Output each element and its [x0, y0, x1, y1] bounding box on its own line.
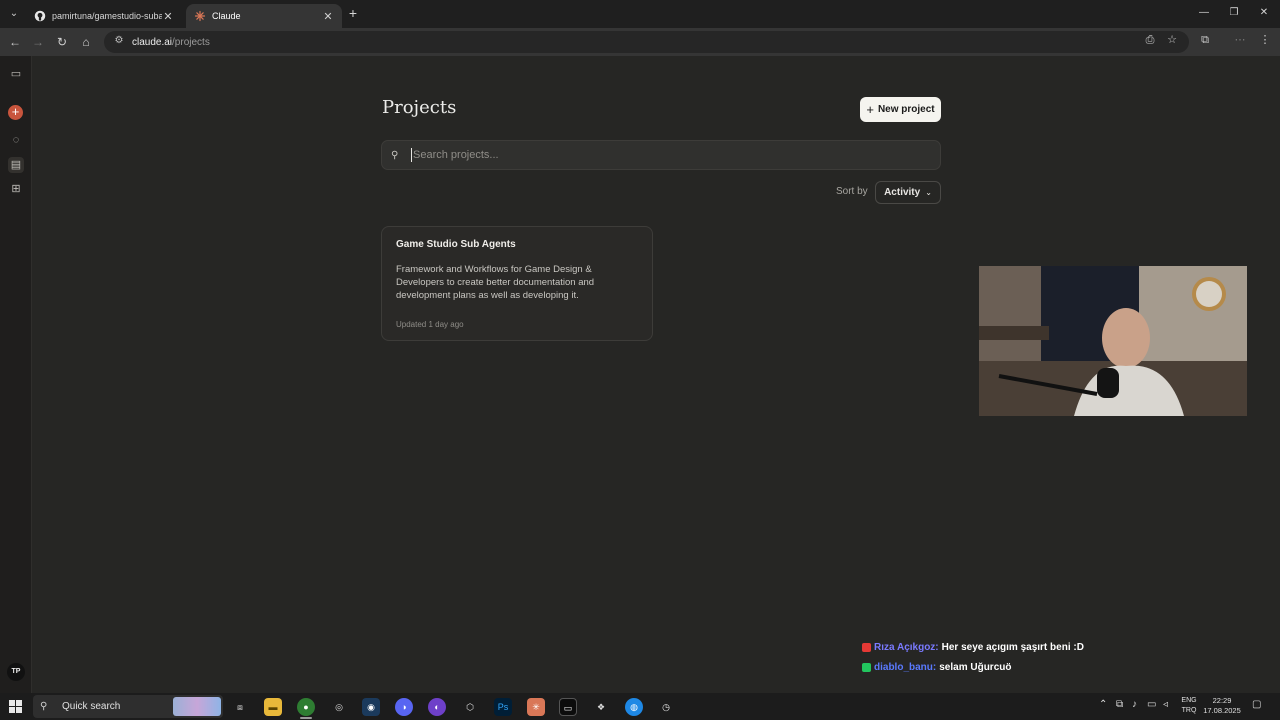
- search-icon: ⚲: [40, 701, 48, 712]
- obs-icon[interactable]: ◎: [330, 698, 348, 716]
- clock-time: 22:29: [1212, 696, 1232, 705]
- sort-value: Activity: [884, 187, 921, 198]
- forward-arrow-icon[interactable]: →: [29, 33, 47, 51]
- profile-icon[interactable]: ⋯: [1231, 31, 1249, 49]
- sidebar-rail: ▭ + ◌ ▤ ⊞ TP: [0, 56, 32, 693]
- search-input[interactable]: [411, 148, 940, 162]
- close-window-icon[interactable]: ✕: [1249, 4, 1279, 22]
- browser-tab-strip: ⌄ pamirtuna/gamestudio-subage ✕ Claude ✕…: [0, 0, 1280, 28]
- new-project-label: New project: [877, 104, 935, 115]
- kick-badge-icon: [862, 662, 871, 672]
- language-line: ENG: [1181, 697, 1197, 704]
- project-title: Game Studio Sub Agents: [396, 239, 516, 250]
- chat-username: diablo_banu:: [874, 661, 937, 673]
- chat-message: diablo_banu: selam Uğurcuö: [862, 657, 1084, 677]
- toggle-sidebar-icon[interactable]: ▭: [8, 66, 24, 82]
- project-card[interactable]: Game Studio Sub Agents Framework and Wor…: [381, 226, 653, 341]
- menu-kebab-icon[interactable]: ⋮: [1256, 31, 1274, 49]
- chat-text: selam Uğurcuö: [939, 661, 1012, 673]
- project-description: Framework and Workflows for Game Design …: [396, 264, 595, 301]
- github-icon: [34, 10, 46, 22]
- network-icon[interactable]: ▭: [1147, 699, 1156, 710]
- chat-username: Rıza Açıkgoz:: [874, 641, 939, 653]
- webcam-image: [979, 266, 1247, 416]
- windows-start-icon[interactable]: [9, 700, 22, 713]
- restore-icon[interactable]: ❐: [1219, 4, 1249, 22]
- volume-icon[interactable]: ◃: [1163, 699, 1168, 710]
- tray-chevron-up-icon[interactable]: ⌃: [1099, 699, 1107, 710]
- search-icon: ⚲: [391, 149, 399, 161]
- url-path: /projects: [172, 36, 210, 48]
- bookmark-star-icon[interactable]: ☆: [1163, 31, 1181, 49]
- reload-icon[interactable]: ↻: [53, 33, 71, 51]
- microphone-icon[interactable]: ♪: [1132, 699, 1137, 710]
- unity-icon[interactable]: ⬡: [461, 698, 479, 716]
- notifications-icon[interactable]: ▢: [1252, 699, 1261, 710]
- youtube-badge-icon: [862, 642, 871, 652]
- github-desktop-icon[interactable]: ◐: [428, 698, 446, 716]
- new-project-button[interactable]: + New project: [860, 97, 941, 122]
- back-arrow-icon[interactable]: ←: [6, 33, 24, 51]
- discord-icon[interactable]: ◑: [395, 698, 413, 716]
- close-tab-icon[interactable]: ✕: [162, 10, 174, 23]
- home-icon[interactable]: ⌂: [77, 33, 95, 51]
- address-bar[interactable]: ⚙ claude.ai/projects: [104, 31, 1189, 53]
- artifacts-grid-icon[interactable]: ⊞: [8, 181, 24, 197]
- extensions-puzzle-icon[interactable]: ⧉: [1196, 31, 1214, 49]
- tab-title: Claude: [212, 11, 241, 21]
- photoshop-icon[interactable]: Ps: [494, 698, 512, 716]
- chats-bubble-icon[interactable]: ◌: [8, 132, 24, 148]
- sort-dropdown[interactable]: Activity ⌄: [875, 181, 941, 204]
- search-highlight-image: [173, 697, 221, 716]
- app-icon[interactable]: ❖: [592, 698, 610, 716]
- browser-toolbar: ← → ↻ ⌂ ⚙ claude.ai/projects ⎙ ☆ ⧉ ⋯ ⋮: [0, 28, 1280, 56]
- tab-search-chevron-icon[interactable]: ⌄: [6, 6, 22, 22]
- active-app-indicator: [300, 717, 312, 719]
- taskbar-clock[interactable]: 22:29 17.08.2025: [1202, 696, 1242, 716]
- clock-app-icon[interactable]: ◷: [657, 698, 675, 716]
- new-chat-button[interactable]: +: [8, 105, 23, 120]
- terminal-icon[interactable]: ▭: [559, 698, 577, 716]
- taskbar-search-label: Quick search: [62, 701, 121, 712]
- site-info-icon[interactable]: ⚙: [112, 35, 126, 49]
- app-bulb-icon[interactable]: ◍: [625, 698, 643, 716]
- install-app-icon[interactable]: ⎙: [1141, 31, 1159, 49]
- claude-app-icon[interactable]: ✳: [527, 698, 545, 716]
- webcam-overlay: [979, 266, 1247, 416]
- tray-app-icon[interactable]: ⧉: [1116, 699, 1123, 710]
- file-explorer-icon[interactable]: ▬: [264, 698, 282, 716]
- chrome-icon[interactable]: ●: [297, 698, 315, 716]
- tab-claude[interactable]: Claude ✕: [186, 4, 342, 28]
- tab-github[interactable]: pamirtuna/gamestudio-subage ✕: [26, 4, 182, 28]
- search-bar: ⚲: [381, 140, 941, 170]
- project-updated: Updated 1 day ago: [396, 320, 464, 329]
- task-view-icon[interactable]: ⧈: [231, 698, 249, 716]
- url-host: claude.ai: [132, 36, 173, 48]
- sort-label: Sort by: [836, 186, 868, 197]
- chevron-down-icon: ⌄: [925, 188, 932, 197]
- chat-text: Her seye açıgım şaşırt beni :D: [941, 641, 1084, 653]
- minimize-icon[interactable]: —: [1189, 4, 1219, 22]
- avatar[interactable]: TP: [7, 663, 25, 681]
- language-line: TRQ: [1181, 707, 1197, 714]
- clock-date: 17.08.2025: [1203, 706, 1241, 715]
- windows-taskbar: ⚲ Quick search ⧈ ▬ ● ◎ ◉ ◑ ◐ ⬡ Ps ✳ ▭ ❖ …: [0, 693, 1280, 720]
- new-tab-plus-icon[interactable]: +: [346, 5, 360, 21]
- tab-title: pamirtuna/gamestudio-subage: [52, 11, 162, 21]
- close-tab-icon[interactable]: ✕: [322, 10, 334, 23]
- plus-icon: +: [866, 102, 874, 117]
- chat-message: Rıza Açıkgoz: Her seye açıgım şaşırt ben…: [862, 637, 1084, 657]
- stream-chat: Rıza Açıkgoz: Her seye açıgım şaşırt ben…: [862, 637, 1084, 677]
- steam-icon[interactable]: ◉: [362, 698, 380, 716]
- claude-logo-icon: [194, 10, 206, 22]
- language-indicator[interactable]: ENG TRQ: [1178, 696, 1200, 716]
- page-title: Projects: [382, 97, 457, 118]
- taskbar-search[interactable]: ⚲ Quick search: [33, 695, 223, 718]
- projects-folder-icon[interactable]: ▤: [8, 157, 24, 173]
